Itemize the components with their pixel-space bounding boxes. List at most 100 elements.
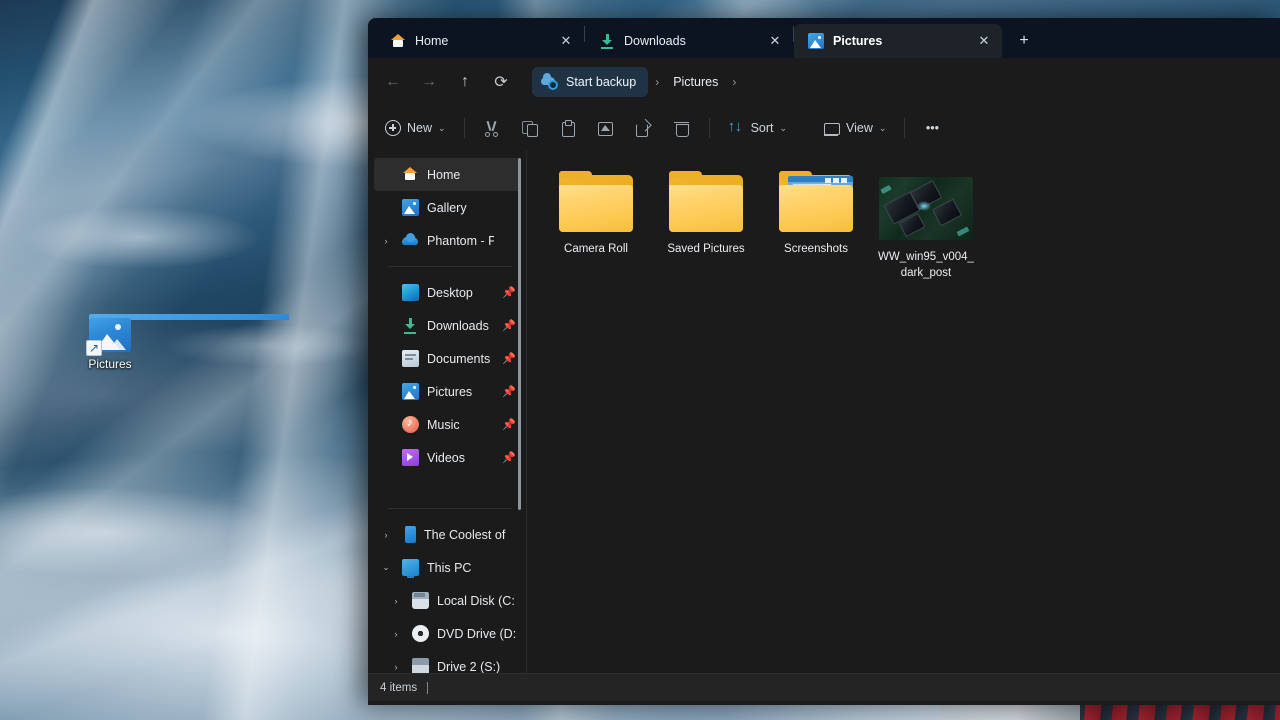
up-button[interactable]: ↑ [448,66,482,98]
cut-icon [483,120,500,137]
sidebar-item-home[interactable]: › Home [374,158,520,191]
tab-close-button[interactable]: ✕ [554,29,578,53]
home-icon [402,166,419,183]
sidebar-item-label: Home [427,167,461,182]
file-item[interactable]: Camera Roll [541,166,651,289]
tab-pictures[interactable]: Pictures ✕ [794,24,1002,58]
sidebar-item-label: Gallery [427,200,467,215]
share-button[interactable] [626,112,662,144]
navigation-pane: › Home › Gallery › Phantom - Pers › [368,150,527,673]
breadcrumb-separator[interactable]: › [727,75,741,89]
sidebar-item-this-pc[interactable]: ⌄ This PC [374,551,520,584]
folder-icon-with-preview [779,171,853,232]
sidebar-item-label: Videos [427,450,465,465]
sidebar-item-label: Desktop [427,285,473,300]
pin-icon[interactable]: 📌 [502,319,516,332]
tab-close-button[interactable]: ✕ [972,29,996,53]
file-name-label: Screenshots [784,243,848,255]
item-count-label: 4 items [380,681,418,694]
sidebar-item-music[interactable]: › Music 📌 [374,408,520,441]
sidebar-item-downloads[interactable]: › Downloads 📌 [374,309,520,342]
expander-icon[interactable]: › [378,530,394,540]
new-button-label: New [407,121,433,135]
sidebar-item-pictures[interactable]: › Pictures 📌 [374,375,520,408]
sidebar-item-label: Phantom - Pers [427,233,494,248]
file-item[interactable]: WW_win95_v004_dark_post [871,166,981,289]
rename-icon [597,120,614,137]
paste-button[interactable] [550,112,586,144]
sidebar-item-phone[interactable]: › The Coolest of [374,518,520,551]
rename-button[interactable] [588,112,624,144]
sort-button-label: Sort [750,121,774,135]
file-item[interactable]: Saved Pictures [651,166,761,289]
videos-icon [402,449,419,466]
sidebar-item-drive-2[interactable]: › Drive 2 (S:) [374,650,520,673]
sidebar-item-local-disk[interactable]: › Local Disk (C: [374,584,520,617]
start-backup-button[interactable]: Start backup [532,67,649,97]
start-backup-label: Start backup [566,75,637,89]
plus-circle-icon [385,120,401,136]
toolbar-separator [904,118,906,138]
expander-icon[interactable]: › [388,596,404,606]
expander-icon[interactable]: ⌄ [378,562,394,573]
sidebar-item-dvd-drive[interactable]: › DVD Drive (D: [374,617,520,650]
sort-button[interactable]: Sort ⌄ [719,112,796,144]
tab-home[interactable]: Home ✕ [376,24,584,58]
tab-close-button[interactable]: ✕ [763,29,787,53]
desktop-icon [402,284,419,301]
expander-icon[interactable]: › [388,662,404,672]
breadcrumb-separator: › [655,75,660,89]
pin-icon[interactable]: 📌 [502,418,516,431]
window-body: › Home › Gallery › Phantom - Pers › [368,150,1280,673]
view-button[interactable]: View ⌄ [814,112,895,144]
sidebar-item-onedrive[interactable]: › Phantom - Pers [374,224,520,257]
tab-downloads[interactable]: Downloads ✕ [585,24,793,58]
breadcrumb: Start backup › Pictures › [528,66,1270,98]
sidebar-item-videos[interactable]: › Videos 📌 [374,441,520,474]
sidebar-divider [388,508,512,509]
sidebar-item-label: Downloads [427,318,489,333]
sidebar-item-documents[interactable]: › Documents 📌 [374,342,520,375]
file-list-pane[interactable]: Camera Roll Saved Pictures Screenshots W… [527,150,1280,673]
new-tab-button[interactable]: + [1008,26,1040,56]
pin-icon[interactable]: 📌 [502,385,516,398]
file-item[interactable]: Screenshots [761,166,871,289]
sidebar-item-label: The Coolest of [424,527,506,542]
hard-drive-icon [412,658,429,673]
pin-icon[interactable]: 📌 [502,451,516,464]
back-button[interactable]: ← [376,66,410,98]
expander-icon: › [378,203,394,213]
status-separator [427,681,429,694]
forward-button[interactable]: → [412,66,446,98]
onedrive-cloud-icon [541,72,558,90]
cut-button[interactable] [474,112,510,144]
expander-icon[interactable]: › [388,629,404,639]
sidebar-item-label: Drive 2 (S:) [437,659,501,674]
desktop-icon-pictures[interactable]: ↗ Pictures [78,314,289,371]
pin-icon[interactable]: 📌 [502,352,516,365]
breadcrumb-item-pictures[interactable]: Pictures [666,71,725,93]
file-name-label: Camera Roll [564,243,628,255]
refresh-button[interactable]: ⟳ [484,66,518,98]
folder-icon [669,171,743,232]
expander-icon: › [378,170,394,180]
local-disk-icon [412,592,429,609]
sidebar-item-label: DVD Drive (D: [437,626,517,641]
expander-icon: › [378,387,394,397]
copy-button[interactable] [512,112,548,144]
sidebar-scrollbar[interactable] [518,158,521,510]
title-bar: Home ✕ Downloads ✕ Pictures ✕ + [368,18,1280,58]
expander-icon: › [378,420,394,430]
chevron-down-icon: ⌄ [779,122,788,133]
sidebar-item-gallery[interactable]: › Gallery [374,191,520,224]
desktop-icon-label: Pictures [88,357,132,371]
new-button[interactable]: New ⌄ [376,112,455,144]
expander-icon[interactable]: › [378,236,394,246]
delete-button[interactable] [664,112,700,144]
sidebar-item-desktop[interactable]: › Desktop 📌 [374,276,520,309]
expander-icon: › [378,321,394,331]
sidebar-item-label: Local Disk (C: [437,593,515,608]
pin-icon[interactable]: 📌 [502,286,516,299]
tab-label: Home [415,34,449,48]
more-options-button[interactable]: ••• [914,112,950,144]
